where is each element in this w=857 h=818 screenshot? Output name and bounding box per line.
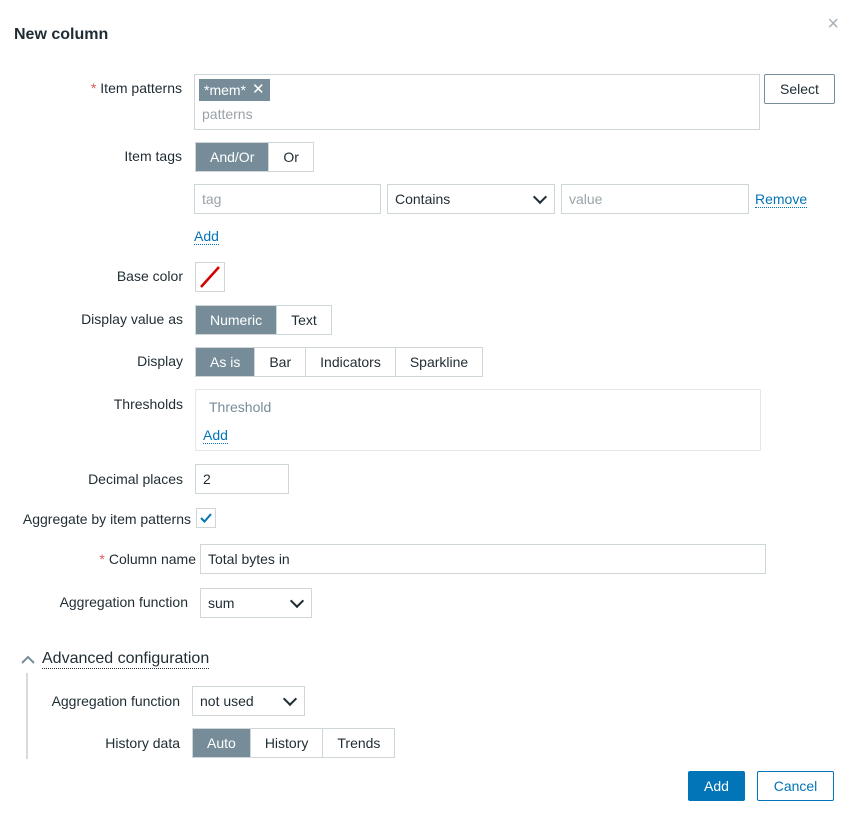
item-tags-toggle: And/Or Or — [195, 142, 314, 172]
display-value-as-label: Display value as — [81, 311, 183, 327]
select-button[interactable]: Select — [764, 74, 835, 104]
display-toggle: As is Bar Indicators Sparkline — [195, 347, 484, 377]
close-icon[interactable]: × — [827, 14, 839, 34]
thresholds-label: Thresholds — [113, 396, 183, 412]
threshold-column-header: Threshold — [209, 399, 272, 415]
aggregation-function-label: Aggregation function — [59, 594, 188, 610]
item-patterns-label: * Item patterns — [60, 80, 182, 96]
display-value-numeric[interactable]: Numeric — [196, 306, 278, 334]
aggregate-label: Aggregate by item patterns — [22, 511, 191, 527]
history-data-toggle: Auto History Trends — [192, 728, 396, 758]
remove-tag-link[interactable]: Remove — [755, 191, 808, 208]
check-icon — [200, 513, 212, 523]
chevron-down-icon — [532, 189, 548, 204]
advanced-configuration-title: Advanced configuration — [42, 650, 210, 669]
column-name-input[interactable]: Total bytes in — [200, 544, 766, 574]
add-button[interactable]: Add — [688, 771, 745, 801]
decimal-places-input[interactable]: 2 — [195, 464, 289, 494]
display-value-text[interactable]: Text — [277, 306, 331, 334]
history-data-auto[interactable]: Auto — [193, 729, 251, 757]
cancel-button[interactable]: Cancel — [757, 771, 834, 801]
item-tags-label: Item tags — [124, 148, 182, 164]
thresholds-table: Threshold Add — [195, 389, 761, 451]
display-sparkline[interactable]: Sparkline — [396, 348, 482, 376]
advanced-aggregation-function-select[interactable]: not used — [192, 686, 305, 716]
aggregate-checkbox[interactable] — [196, 508, 216, 528]
display-indicators[interactable]: Indicators — [306, 348, 396, 376]
no-color-icon[interactable] — [195, 262, 225, 292]
base-color-label: Base color — [116, 268, 183, 284]
history-data-history[interactable]: History — [251, 729, 324, 757]
column-name-label: * Column name — [40, 551, 196, 567]
item-tags-or[interactable]: Or — [269, 143, 313, 171]
chevron-up-icon — [21, 655, 35, 664]
chevron-down-icon — [289, 593, 305, 608]
display-value-as-toggle: Numeric Text — [195, 305, 332, 335]
display-bar[interactable]: Bar — [255, 348, 307, 376]
tag-input[interactable]: tag — [194, 184, 381, 214]
display-label: Display — [137, 353, 183, 369]
history-data-label: History data — [105, 735, 180, 751]
dialog-title: New column — [14, 26, 109, 43]
add-threshold-link[interactable]: Add — [203, 427, 228, 444]
column-name-label-text: Column name — [108, 551, 196, 567]
pattern-tag-label: *mem* — [204, 82, 247, 98]
advanced-aggregation-function-value: not used — [200, 693, 254, 709]
aggregation-function-value: sum — [208, 595, 235, 611]
tag-operator-value: Contains — [395, 191, 451, 207]
history-data-trends[interactable]: Trends — [323, 729, 394, 757]
item-patterns-label-text: Item patterns — [100, 80, 182, 96]
item-patterns-field[interactable]: *mem* ✕ patterns — [194, 74, 760, 130]
required-marker: * — [99, 551, 105, 567]
remove-tag-icon[interactable]: ✕ — [252, 79, 265, 101]
add-tag-link[interactable]: Add — [194, 228, 219, 245]
item-tags-and-or[interactable]: And/Or — [196, 143, 270, 171]
chevron-down-icon — [282, 691, 298, 706]
pattern-tag: *mem* ✕ — [199, 79, 270, 101]
advanced-aggregation-function-label: Aggregation function — [51, 693, 180, 709]
aggregation-function-select[interactable]: sum — [200, 588, 312, 618]
tag-value-input[interactable]: value — [561, 184, 749, 214]
required-marker: * — [90, 80, 97, 96]
tag-operator-select[interactable]: Contains — [387, 184, 555, 214]
advanced-divider — [26, 673, 28, 759]
display-as-is[interactable]: As is — [196, 348, 256, 376]
item-patterns-placeholder: patterns — [202, 106, 253, 122]
decimal-places-label: Decimal places — [88, 471, 183, 487]
advanced-configuration-toggle[interactable]: Advanced configuration — [20, 650, 210, 669]
